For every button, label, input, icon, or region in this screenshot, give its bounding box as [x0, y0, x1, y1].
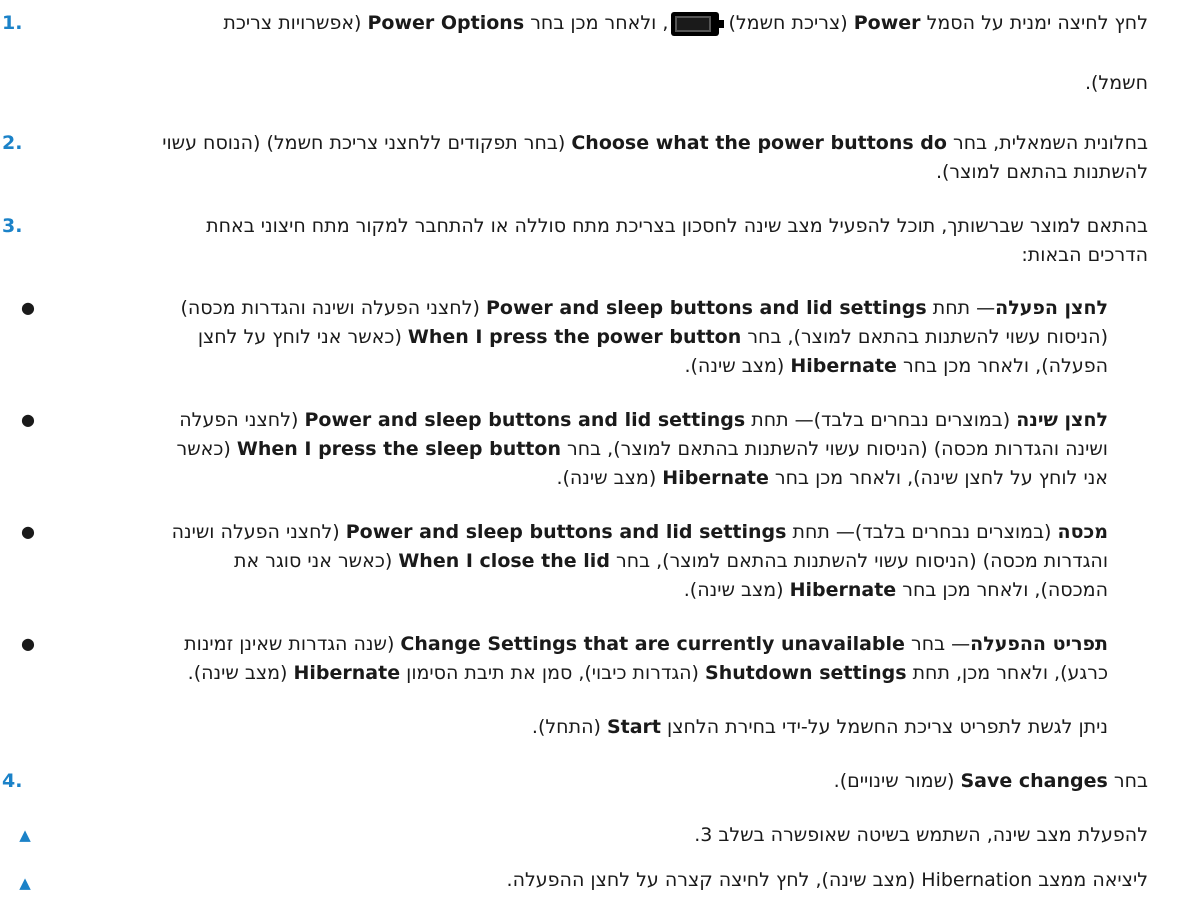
text-segment: (מצב שינה). [684, 355, 785, 377]
step-4-line-1: בחר Save changes (שמור שינויים). [18, 766, 1148, 796]
bullet-lead: מכסה [1057, 521, 1108, 543]
text-segment: הפעלה), ולאחר מכן בחר [902, 355, 1108, 377]
bold-term: Choose what the power buttons do [571, 132, 947, 154]
bold-term: Hibernate [790, 355, 897, 377]
text-segment: (כאשר אני לוחץ על לחצן [197, 326, 402, 348]
bold-term: Power [853, 12, 921, 34]
text-segment: (כאשר אני סוגר את [234, 550, 393, 572]
text-segment: כרגע), ולאחר מכן, תחת [912, 662, 1108, 684]
document-page: 1. לחץ לחיצה ימנית על הסמל Power (צריכת … [0, 0, 1196, 898]
bullet-4-line-1: תפריט ההפעלה— בחר Change Settings that a… [18, 629, 1108, 659]
text-segment: (במוצרים נבחרים בלבד)— תחת [751, 409, 1011, 431]
text-segment: לחץ לחיצה ימנית על הסמל [926, 12, 1148, 34]
text-segment: (הניסוח עשוי להשתנות בהתאם למוצר), בחר [747, 326, 1108, 348]
text-segment: (שמור שינויים). [833, 770, 955, 792]
text-segment: (בחר תפקודים ללחצני צריכת חשמל) (הנוסח ע… [162, 132, 566, 154]
bullet-3-line-2: והגדרות מכסה) (הניסוח עשוי להשתנות בהתאם… [18, 546, 1108, 576]
text-segment: (הגדרות כיבוי), סמן את תיבת הסימון [406, 662, 699, 684]
bullet-3-line-1: מכסה (במוצרים נבחרים בלבד)— תחת Power an… [18, 517, 1108, 547]
text-segment: (לחצני הפעלה ושינה [171, 521, 340, 543]
text-segment: (לחצני הפעלה [179, 409, 299, 431]
text-segment: (כאשר [176, 438, 231, 460]
tip-line: ליציאה ממצב Hibernation (מצב שינה), לחץ … [506, 869, 1148, 891]
text-segment: המכסה), ולאחר מכן בחר [902, 579, 1108, 601]
text-segment: בחר [1113, 770, 1148, 792]
text-segment: והגדרות מכסה) (הניסוח עשוי להשתנות בהתאם… [615, 550, 1108, 572]
step-3-line-2: הדרכים הבאות: [1021, 244, 1148, 266]
text-segment: (במוצרים נבחרים בלבד)— תחת [792, 521, 1052, 543]
text-segment: — תחת [932, 297, 996, 319]
bold-term: Power and sleep buttons and lid settings [345, 521, 787, 543]
bold-term: When I press the power button [407, 326, 742, 348]
bullet-1-line-1: לחצן הפעלה— תחת Power and sleep buttons … [18, 293, 1108, 323]
bullet-2-line-3: אני לוחץ על לחצן שינה), ולאחר מכן בחר Hi… [18, 463, 1108, 493]
step-3-line-1: בהתאם למוצר שברשותך, תוכל להפעיל מצב שינ… [206, 215, 1148, 237]
bold-term: When I press the sleep button [236, 438, 561, 460]
text-segment: ניתן לגשת לתפריט צריכת החשמל על-ידי בחיר… [667, 716, 1108, 738]
text-segment: (אפשרויות צריכת [223, 12, 362, 34]
tip-line: להפעלת מצב שינה, השתמש בשיטה שאופשרה בשל… [694, 824, 1148, 846]
bullet-2-line-2: ושינה והגדרות מכסה) (הניסוח עשוי להשתנות… [18, 434, 1108, 464]
bullet-lead: תפריט ההפעלה [970, 633, 1108, 655]
bold-term: Hibernate [789, 579, 897, 601]
step-2-line-2: להשתנות בהתאם למוצר). [935, 161, 1148, 183]
bullet-1-line-2: (הניסוח עשוי להשתנות בהתאם למוצר), בחר W… [18, 322, 1108, 352]
text-segment: (שנה הגדרות שאינן זמינות [184, 633, 395, 655]
text-segment: (התחל). [531, 716, 601, 738]
text-segment: (צריכת חשמל) [728, 12, 848, 34]
bold-term: When I close the lid [398, 550, 610, 572]
text-segment: (לחצני הפעלה ושינה והגדרות מכסה) [180, 297, 480, 319]
step-1-line-2: חשמל). [1084, 72, 1148, 94]
text-segment: ושינה והגדרות מכסה) (הניסוח עשוי להשתנות… [567, 438, 1108, 460]
bold-term: Save changes [960, 770, 1108, 792]
text-segment: (מצב שינה). [187, 662, 288, 684]
bold-term: Shutdown settings [705, 662, 907, 684]
text-segment: (מצב שינה). [556, 467, 657, 489]
bullet-lead: לחצן שינה [1016, 409, 1108, 431]
bullet-lead: לחצן הפעלה [995, 297, 1108, 319]
text-segment: , ולאחר מכן בחר [530, 12, 669, 34]
battery-icon [671, 11, 725, 36]
step-2-line-1: בחלונית השמאלית, בחר Choose what the pow… [18, 128, 1148, 158]
text-segment: אני לוחץ על לחצן שינה), ולאחר מכן בחר [774, 467, 1108, 489]
bold-term: Start [606, 716, 661, 738]
note-line: ניתן לגשת לתפריט צריכת החשמל על-ידי בחיר… [18, 712, 1108, 742]
bullet-4-line-2: כרגע), ולאחר מכן, תחת Shutdown settings … [18, 658, 1108, 688]
bullet-3-line-3: המכסה), ולאחר מכן בחר Hibernate (מצב שינ… [18, 575, 1108, 605]
bold-term: Power Options [367, 12, 525, 34]
bold-term: Power and sleep buttons and lid settings [485, 297, 927, 319]
text-segment: — בחר [910, 633, 971, 655]
bold-term: Hibernate [662, 467, 769, 489]
bullet-1-line-3: הפעלה), ולאחר מכן בחר Hibernate (מצב שינ… [18, 351, 1108, 381]
text-segment: (מצב שינה). [683, 579, 784, 601]
bold-term: Hibernate [293, 662, 401, 684]
bold-term: Power and sleep buttons and lid settings [304, 409, 746, 431]
bullet-2-line-1: לחצן שינה (במוצרים נבחרים בלבד)— תחת Pow… [18, 405, 1108, 435]
text-segment: בחלונית השמאלית, בחר [953, 132, 1148, 154]
step-1-line-1: לחץ לחיצה ימנית על הסמל Power (צריכת חשמ… [18, 8, 1148, 38]
bold-term: Change Settings that are currently unava… [400, 633, 905, 655]
